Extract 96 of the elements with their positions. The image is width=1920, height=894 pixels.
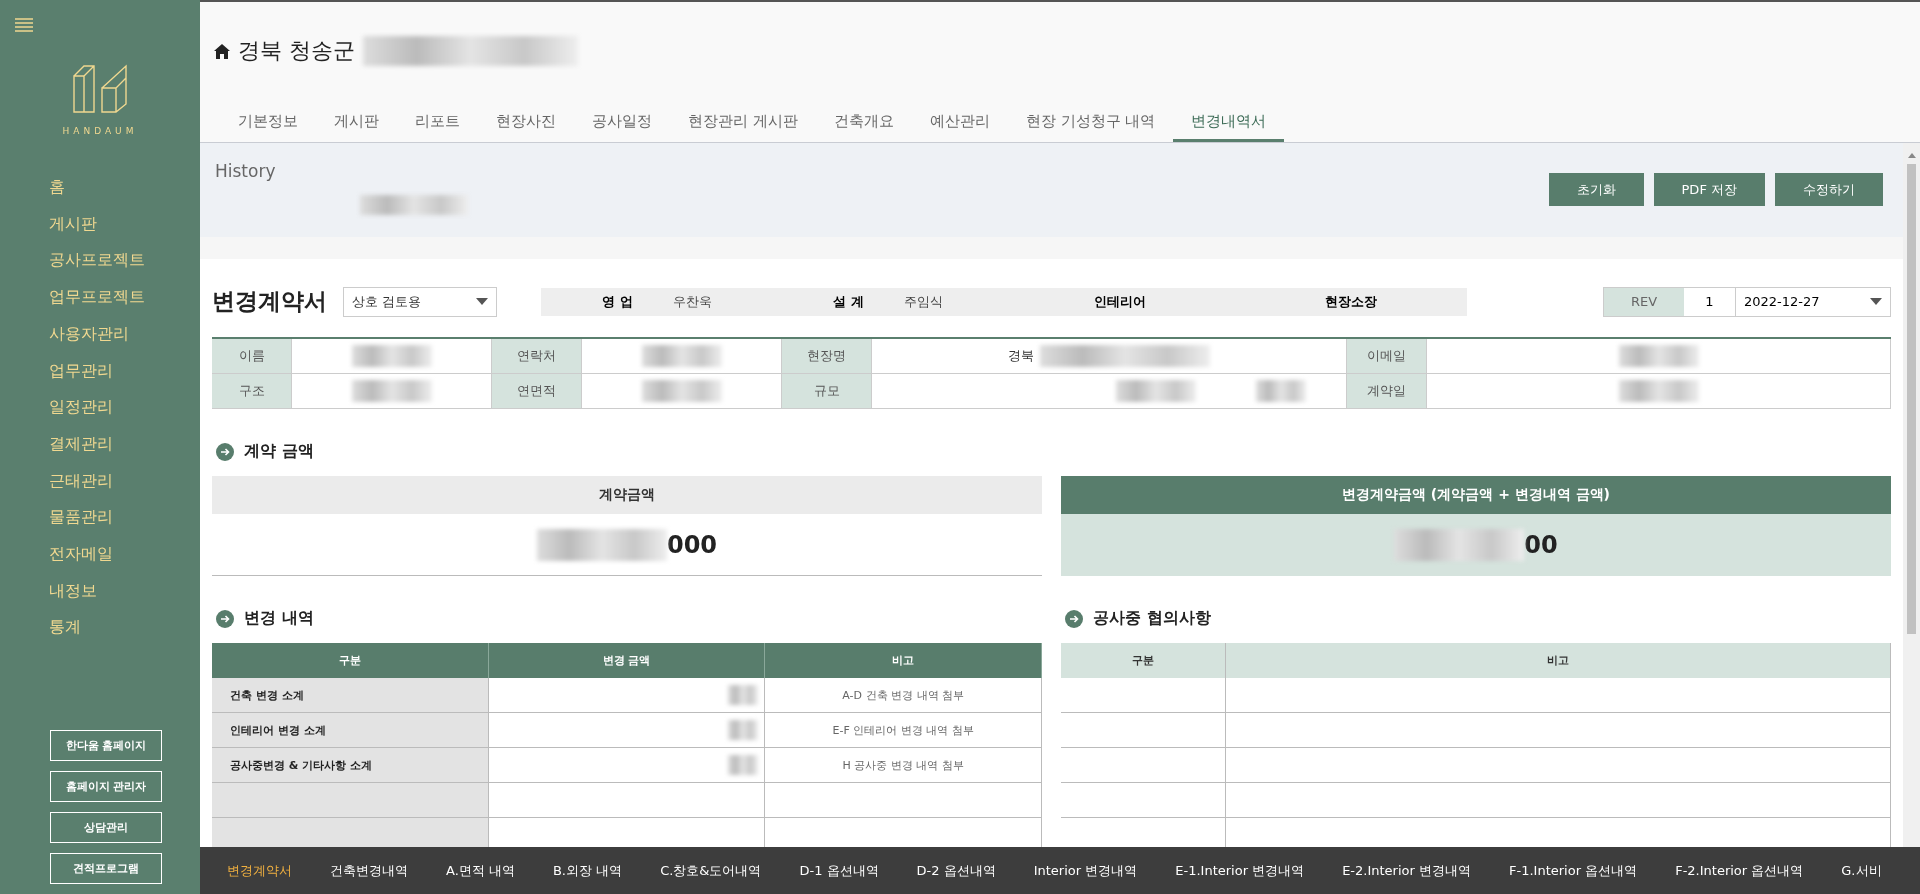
sheet-tab[interactable]: B.외장 내역 (533, 861, 642, 880)
sheet-tab[interactable]: F-1.Interior 옵션내역 (1490, 861, 1657, 880)
rev-value: 1 (1684, 287, 1736, 316)
arrow-circle-icon (1065, 609, 1083, 628)
field-text: 경북 (1008, 347, 1034, 365)
logo-text: HANDAUM (62, 126, 138, 136)
sidebar-item[interactable]: 근태관리 (49, 467, 200, 495)
role-label: 설 계 (833, 292, 864, 311)
sheet-tab[interactable]: A.면적 내역 (427, 861, 534, 880)
sidebar-item[interactable]: 업무관리 (49, 357, 200, 385)
role-label: 현장소장 (1325, 292, 1378, 311)
sidebar-link-button[interactable]: 한다움 홈페이지 (50, 730, 162, 761)
field-label: 계약일 (1347, 374, 1427, 409)
role-label: 인테리어 (1093, 292, 1146, 311)
table-cell: 건축 변경 소계 (212, 678, 489, 713)
redacted-block (728, 685, 759, 705)
redacted-block (728, 720, 759, 740)
sheet-tab[interactable]: F-2.Interior 옵션내역 (1656, 861, 1823, 880)
action-button[interactable]: PDF 저장 (1653, 173, 1765, 206)
table-cell: 인테리어 변경 소계 (212, 713, 489, 748)
version-dropdown[interactable]: 상호 검토용 (343, 286, 497, 317)
home-icon[interactable] (214, 43, 230, 59)
sidebar-item[interactable]: 게시판 (49, 210, 200, 238)
arrow-circle-icon (216, 442, 234, 461)
tab[interactable]: 리포트 (397, 112, 478, 142)
sidebar-link-button[interactable]: 견적프로그램 (50, 853, 162, 884)
tab[interactable]: 기본정보 (220, 112, 316, 142)
section-title: 계약 금액 (244, 441, 314, 462)
tab[interactable]: 현장관리 게시판 (670, 112, 816, 142)
redacted-block (1256, 380, 1306, 402)
date-dropdown[interactable]: 2022-12-27 (1736, 287, 1890, 316)
sheet-tab[interactable]: D-1 옵션내역 (780, 861, 898, 880)
sheet-tab[interactable]: 변경계약서 (208, 861, 311, 880)
sidebar-item[interactable]: 사용자관리 (49, 320, 200, 348)
caret-icon (1870, 297, 1882, 306)
section-title: 공사중 협의사항 (1093, 608, 1211, 629)
document-title: 변경계약서 (212, 287, 327, 316)
arrow-circle-icon (216, 609, 234, 628)
role-label: 영 업 (602, 292, 633, 311)
sheet-tab[interactable]: C.창호&도어내역 (641, 861, 781, 880)
sidebar-item[interactable]: 물품관리 (49, 504, 200, 532)
field-label: 연락처 (492, 339, 582, 374)
sidebar-link-button[interactable]: 홈페이지 관리자 (50, 771, 162, 802)
page-title: 경북 청송군 (238, 37, 355, 65)
column-header: 비고 (1226, 643, 1891, 678)
sheet-tab[interactable]: 건축변경내역 (311, 861, 427, 880)
tab[interactable]: 예산관리 (911, 112, 1008, 142)
sidebar-item[interactable]: 홈 (49, 174, 200, 201)
sidebar-item[interactable]: 통계 (49, 614, 200, 642)
column-header: 구분 (212, 643, 489, 678)
redacted-block (728, 755, 759, 775)
field-label: 구조 (212, 374, 292, 409)
table-cell: E-F 인테리어 변경 내역 첨부 (765, 713, 1042, 748)
amount-value: 00 (1061, 514, 1891, 576)
sidebar-item[interactable]: 공사프로젝트 (49, 247, 200, 275)
sheet-tab[interactable]: E-2.Interior 변경내역 (1323, 861, 1490, 880)
column-header: 비고 (765, 643, 1042, 678)
field-label: 현장명 (782, 339, 872, 374)
section-title: 변경 내역 (244, 608, 314, 629)
table-cell: H 공사중 변경 내역 첨부 (765, 748, 1042, 783)
tab[interactable]: 현장 기성청구 내역 (1007, 112, 1174, 142)
field-label: 연면적 (492, 374, 582, 409)
sidebar-item[interactable]: 일정관리 (49, 394, 200, 421)
field-label: 이름 (212, 339, 292, 374)
sidebar-item[interactable]: 내정보 (49, 577, 200, 605)
caret-icon (476, 297, 488, 306)
tab[interactable]: 현장사진 (478, 112, 574, 142)
sidebar-item[interactable]: 업무프로젝트 (49, 284, 200, 311)
tab[interactable]: 게시판 (316, 112, 397, 142)
field-label: 이메일 (1347, 339, 1427, 374)
column-header: 구분 (1061, 643, 1226, 678)
sheet-tab[interactable]: E-1.Interior 변경내역 (1156, 861, 1324, 880)
sidebar-item[interactable]: 결제관리 (49, 430, 200, 458)
field-label: 규모 (782, 374, 872, 409)
table-cell: 공사중변경 & 기타사항 소계 (212, 748, 489, 783)
scroll-up-icon[interactable] (1907, 153, 1916, 158)
scrollbar[interactable] (1903, 143, 1920, 847)
amount-header: 변경계약금액 (계약금액 + 변경내역 금액) (1061, 476, 1891, 514)
role-name: 주임식 (904, 292, 943, 311)
building-logo-icon (72, 62, 128, 114)
sheet-tab[interactable]: Interior 변경내역 (1014, 861, 1157, 880)
amount-header: 계약금액 (212, 476, 1042, 514)
table-cell: A-D 건축 변경 내역 첨부 (765, 678, 1042, 713)
role-name: 우찬욱 (672, 292, 712, 311)
sheet-tab[interactable]: D-2 옵션내역 (897, 861, 1015, 880)
tab[interactable]: 건축개요 (815, 112, 912, 142)
action-button[interactable]: 수정하기 (1775, 173, 1883, 206)
menu-icon[interactable] (15, 18, 33, 32)
sidebar-link-button[interactable]: 상담관리 (50, 812, 162, 843)
action-button[interactable]: 초기화 (1548, 173, 1644, 206)
tab[interactable]: 공사일정 (574, 112, 670, 142)
column-header: 변경 금액 (488, 643, 766, 678)
history-title: History (215, 161, 277, 181)
sidebar-item[interactable]: 전자메일 (49, 541, 200, 568)
sheet-tab[interactable]: G.서비 (1822, 861, 1901, 880)
rev-label: REV (1604, 287, 1684, 316)
